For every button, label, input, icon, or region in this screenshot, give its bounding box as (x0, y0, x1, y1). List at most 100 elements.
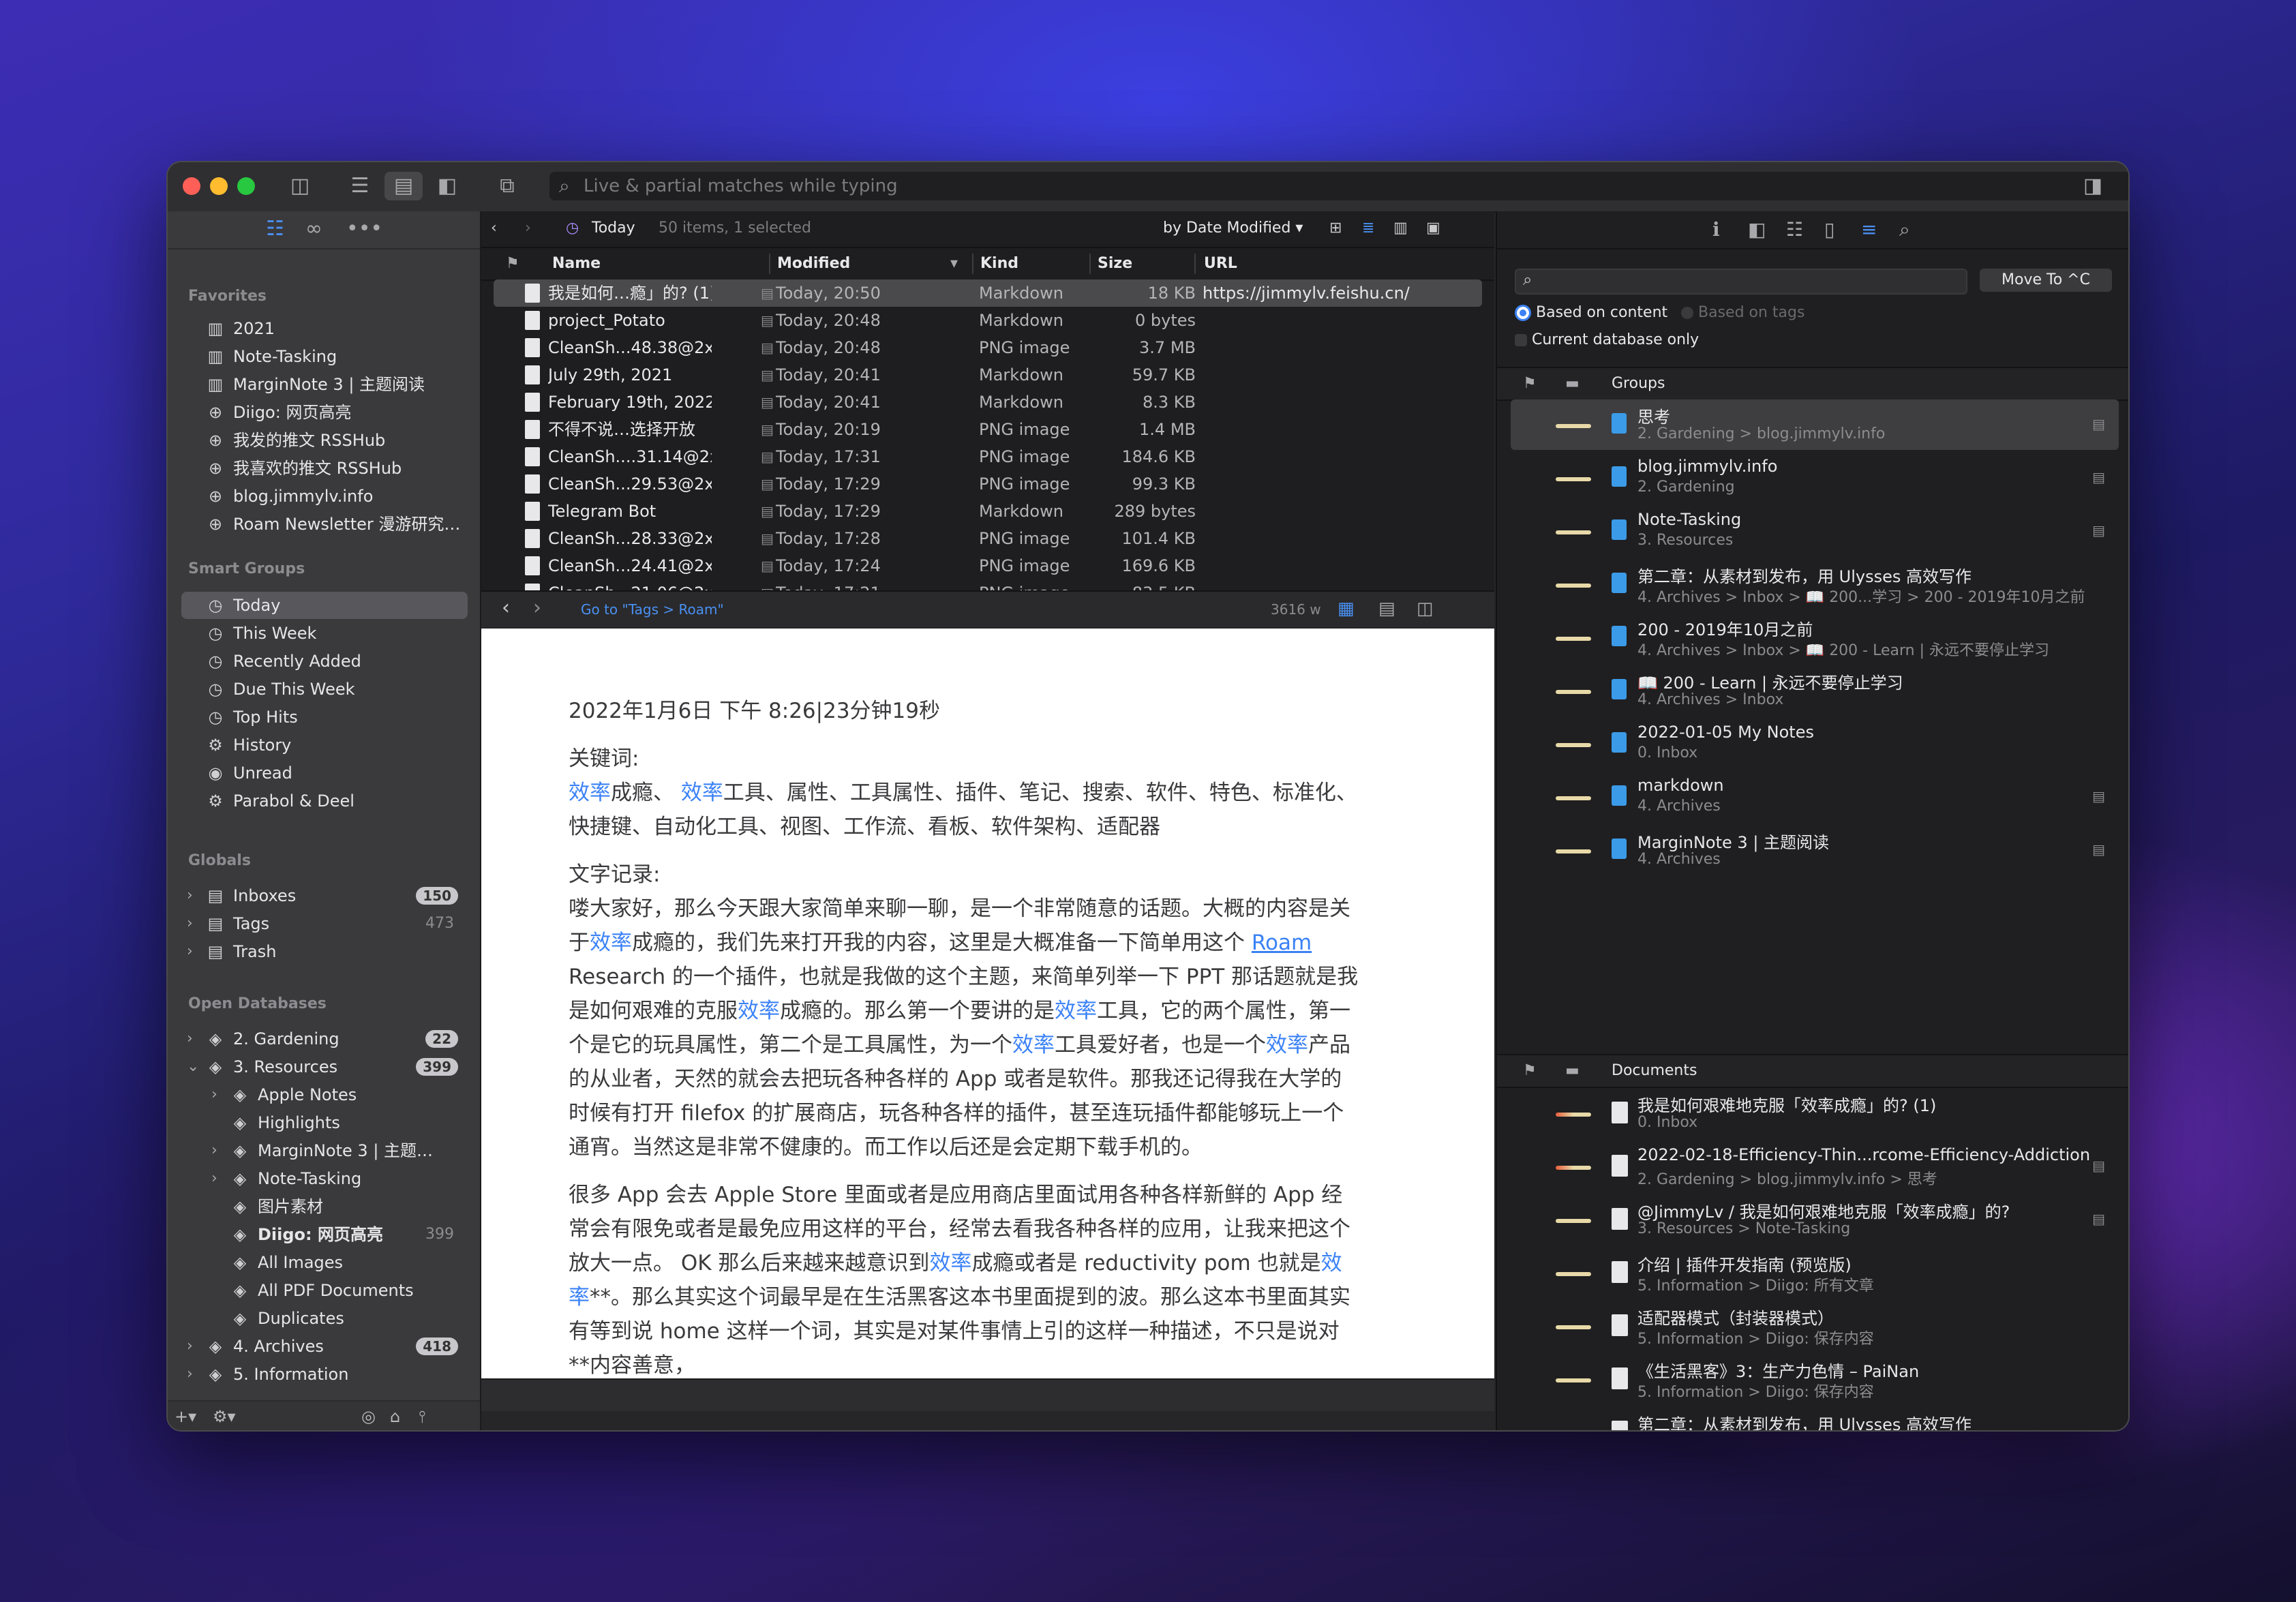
forward-icon[interactable]: › (533, 596, 541, 620)
info-icon[interactable]: ℹ (1712, 218, 1720, 241)
list-icon[interactable]: ☷ (266, 217, 284, 241)
sidebar-item[interactable]: ⚙ History (181, 731, 468, 759)
capture-icon[interactable]: ⧉ (488, 172, 526, 200)
sidebar-item[interactable]: ◷ Recently Added (181, 648, 468, 675)
chevron-right-icon[interactable]: › (187, 1333, 193, 1360)
table-row[interactable]: 我是如何…瘾」的? (1) Today, 20:50 Markdown 18 KB ht… (494, 279, 1482, 307)
document-result[interactable]: 第二章：从素材到发布，用 Ulysses 高效写作4. Archives > I… (1511, 1407, 2119, 1430)
table-row[interactable]: CleanSh....31.14@2x Today, 17:31 PNG image… (494, 443, 1482, 470)
table-row[interactable]: CleanSh...21.06@2x Today, 17:21 PNG image8… (494, 579, 1482, 590)
sidebar-item[interactable]: › ◈ Note-Tasking (181, 1165, 468, 1192)
goto-link[interactable]: Go to "Tags > Roam" (581, 601, 724, 618)
sidebar-item[interactable]: ⊕ Roam Newsletter 漫游研究… (181, 511, 468, 538)
sidebar-item[interactable]: › ◈ 4. Archives 418 (181, 1333, 468, 1360)
table-row[interactable]: CleanSh...24.41@2x Today, 17:24 PNG image 1… (494, 552, 1482, 579)
add-icon[interactable]: +▾ (175, 1407, 196, 1426)
document-icon[interactable]: ▯ (1824, 218, 1834, 241)
sidebar-item[interactable]: › ▤ Trash (181, 938, 468, 965)
col-modified[interactable]: Modified (777, 255, 850, 272)
see-also-icon[interactable]: ≡ (1861, 218, 1877, 241)
keyword[interactable]: 效率 (738, 999, 780, 1023)
document-result[interactable]: 介绍 | 插件开发指南 (预览版) 5. Information > Diigo:… (1511, 1248, 2119, 1298)
sidebar-item[interactable]: ◷ Due This Week (181, 676, 468, 703)
chevron-down-icon[interactable]: ⌄ (187, 1053, 199, 1080)
document-result[interactable]: 我是如何艰难地克服「效率成瘾」的? (1) 0. Inbox (1511, 1088, 2119, 1138)
table-row[interactable]: February 19th, 2022 Today, 20:41 Markdown 8… (494, 389, 1482, 416)
chevron-right-icon[interactable]: › (211, 1165, 217, 1192)
move-to-button[interactable]: Move To ^C (1980, 269, 2112, 292)
document-result[interactable]: 《生活黑客》3：生产力色情 – PaiNan 5. Information > D… (1511, 1354, 2119, 1404)
split-view-icon[interactable]: ▤ (384, 172, 423, 200)
table-row[interactable]: CleanSh...48.38@2x Today, 20:48 PNG image 3… (494, 334, 1482, 361)
group-result[interactable]: MarginNote 3 | 主题阅读 4. Archives ▤ (1511, 825, 2119, 875)
sort-dropdown[interactable]: by Date Modified ▾ (1163, 220, 1303, 237)
inspector-search-input[interactable]: ⌕ (1515, 269, 1967, 294)
split-mode-icon[interactable]: ◫ (1417, 599, 1434, 619)
sidebar-item[interactable]: › ▤ Tags 473 (181, 910, 468, 937)
glasses-icon[interactable]: ∞ (305, 217, 322, 241)
sidebar-toggle-icon[interactable]: ◫ (281, 172, 319, 200)
back-icon[interactable]: ‹ (502, 596, 510, 620)
sidebar-item[interactable]: › ◈ MarginNote 3 | 主题… (181, 1137, 468, 1164)
col-url[interactable]: URL (1204, 255, 1237, 272)
columns-mode-icon[interactable]: ▥ (1393, 220, 1408, 237)
based-tags-radio[interactable]: Based on tags (1681, 304, 1804, 321)
sidebar-item[interactable]: ◈ 图片素材 (181, 1193, 468, 1220)
based-content-radio[interactable]: Based on content (1515, 304, 1667, 321)
keyword[interactable]: 效率 (681, 781, 723, 805)
sidebar-item[interactable]: ⚙ Parabol & Deel (181, 787, 468, 815)
chevron-right-icon[interactable]: › (187, 910, 193, 937)
outline-icon[interactable]: ☷ (1786, 218, 1803, 241)
keyword[interactable]: 效率 (1055, 999, 1097, 1023)
search-input[interactable]: ⌕ Live & partial matches while typing (549, 172, 2128, 200)
close-window-button[interactable] (183, 177, 200, 195)
col-name[interactable]: Name (552, 255, 601, 272)
sidebar-item[interactable]: ▥ 2021 (181, 315, 468, 342)
current-db-checkbox[interactable]: Current database only (1515, 331, 1699, 348)
group-result[interactable]: 思考 2. Gardening > blog.jimmylv.info ▤ (1511, 399, 2119, 450)
sidebar-item[interactable]: ◈ All Images (181, 1249, 468, 1276)
document-viewer[interactable]: 2022年1月6日 下午 8:26|23分钟19秒 关键词: 效率成瘾、 效率工… (481, 629, 1494, 1378)
sidebar-item[interactable]: ◈ Highlights (181, 1109, 468, 1136)
more-icon[interactable]: ••• (346, 217, 382, 241)
sidebar-item[interactable]: › ◈ 5. Information (181, 1361, 468, 1388)
col-kind[interactable]: Kind (980, 255, 1018, 272)
sidebar-item[interactable]: ⊕ Diigo: 网页高亮 (181, 399, 468, 426)
pin-icon[interactable]: ⫯ (419, 1407, 425, 1426)
sidebar-item[interactable]: ◈ All PDF Documents (181, 1277, 468, 1304)
sidebar-item[interactable]: ⌄ ◈ 3. Resources 399 (181, 1053, 468, 1080)
keyword[interactable]: 效率 (929, 1251, 971, 1275)
sidebar-item[interactable]: ▥ Note-Tasking (181, 343, 468, 370)
sidebar-item[interactable]: › ◈ 2. Gardening 22 (181, 1025, 468, 1053)
keyword[interactable]: 效率 (1012, 1033, 1055, 1057)
sidebar-item[interactable]: ⊕ 我发的推文 RSSHub (181, 427, 468, 454)
inspector-toggle-icon[interactable]: ◨ (2074, 172, 2112, 200)
group-result[interactable]: 📖 200 - Learn | 永远不要停止学习 4. Archives > In… (1511, 665, 2119, 716)
group-result[interactable]: 200 - 2019年10月之前 4. Archives > Inbox > 📖 … (1511, 612, 2119, 663)
sidebar-item[interactable]: ◈ Duplicates (181, 1305, 468, 1332)
minimize-window-button[interactable] (210, 177, 228, 195)
chevron-right-icon[interactable]: › (211, 1137, 217, 1164)
flag-column-icon[interactable]: ⚑ (506, 255, 519, 272)
back-icon[interactable]: ‹ (491, 220, 497, 237)
chevron-right-icon[interactable]: › (187, 938, 193, 965)
forward-icon[interactable]: › (525, 220, 531, 237)
document-result[interactable]: 2022-02-18-Efficiency-Thin...rcome-Effic… (1511, 1141, 2119, 1192)
keyword[interactable]: 效率 (590, 931, 632, 955)
group-result[interactable]: blog.jimmylv.info 2. Gardening ▤ (1511, 453, 2119, 503)
chevron-right-icon[interactable]: › (211, 1081, 217, 1108)
keyword[interactable]: 效率 (1266, 1033, 1308, 1057)
tag-icon[interactable]: ⌂ (390, 1407, 400, 1426)
text-mode-icon[interactable]: ▤ (1378, 599, 1395, 619)
list-mode-icon[interactable]: ≣ (1362, 220, 1374, 237)
annotation-icon[interactable]: ◧ (1748, 218, 1766, 241)
table-row[interactable]: Telegram Bot Today, 17:29 Markdown 289 byte… (494, 498, 1482, 525)
sidebar-item[interactable]: ⊕ blog.jimmylv.info (181, 483, 468, 510)
sidebar-item[interactable]: ⊕ 我喜欢的推文 RSSHub (181, 455, 468, 482)
col-size[interactable]: Size (1098, 255, 1132, 272)
column-view-icon[interactable]: ◧ (428, 172, 466, 200)
keyword[interactable]: 效率 (569, 781, 611, 805)
zoom-window-button[interactable] (237, 177, 255, 195)
roam-link[interactable]: Roam (1252, 931, 1312, 955)
search-icon[interactable]: ⌕ (1899, 218, 1910, 241)
